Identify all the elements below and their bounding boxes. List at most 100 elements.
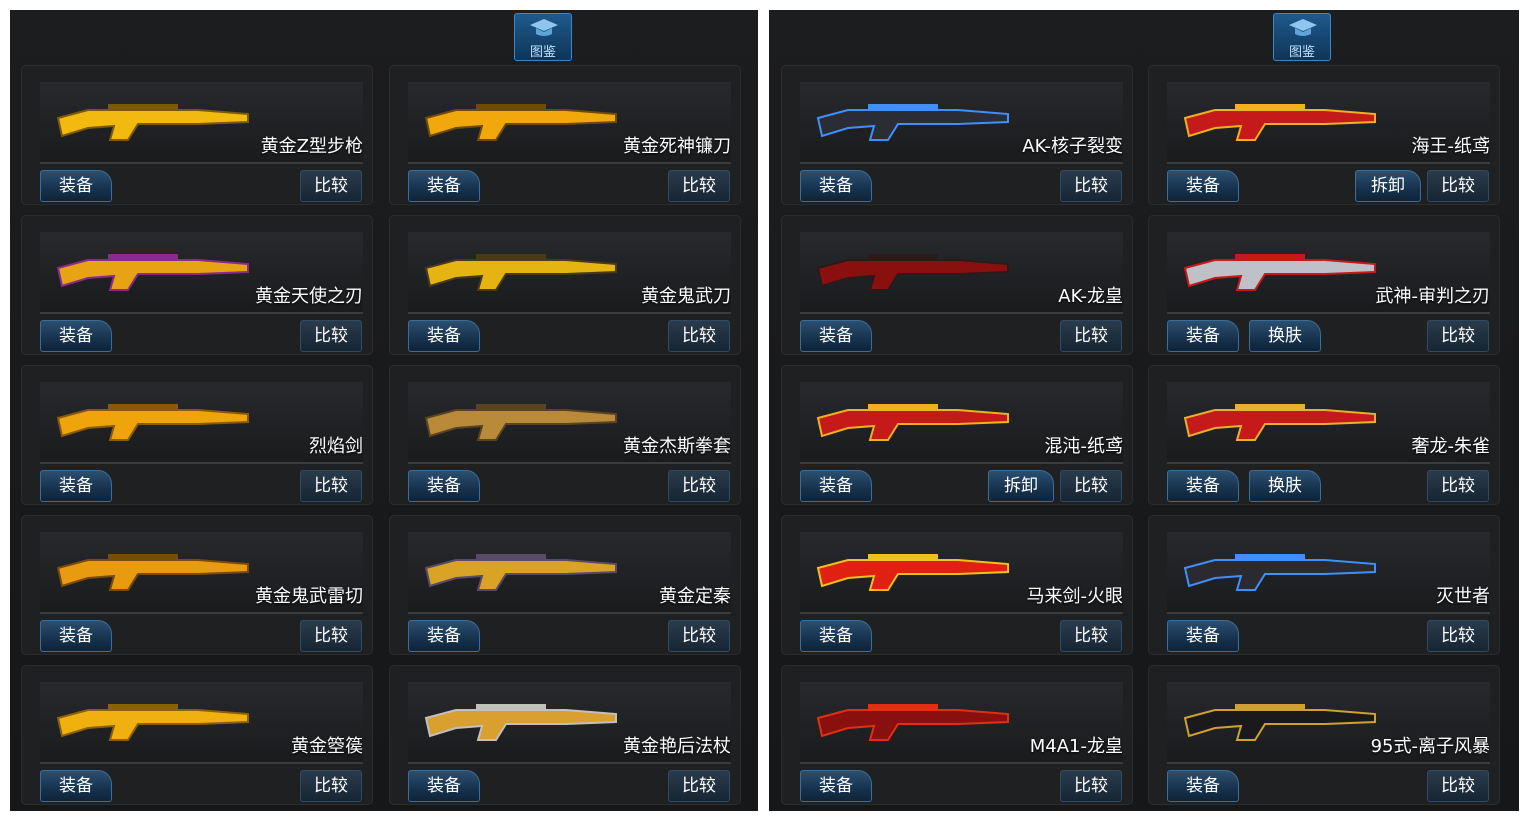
weapon-card[interactable]: 海王-纸鸢装备 拆卸 比较 <box>1148 65 1500 205</box>
weapon-card[interactable]: 马来剑-火眼 装备 比较 <box>781 515 1133 655</box>
weapon-image <box>1183 104 1376 141</box>
equip-button[interactable]: 装备 <box>408 170 480 202</box>
skin-change-button[interactable]: 换肤 <box>1249 470 1321 502</box>
compare-button[interactable]: 比较 <box>668 470 730 502</box>
compare-button[interactable]: 比较 <box>668 620 730 652</box>
weapon-name: 黄金鬼武刀 <box>641 286 731 307</box>
weapon-card[interactable]: 黄金艳后法杖装备 比较 <box>389 665 741 805</box>
codex-tab[interactable]: 图鉴 <box>1273 13 1331 61</box>
weapon-card[interactable]: AK-龙皇装备 比较 <box>781 215 1133 355</box>
compare-button[interactable]: 比较 <box>1060 620 1122 652</box>
equip-button[interactable]: 装备 <box>1167 170 1239 202</box>
equip-button[interactable]: 装备 <box>1167 620 1239 652</box>
equip-button[interactable]: 装备 <box>800 320 872 352</box>
weapon-image <box>1183 404 1376 441</box>
weapon-preview: 黄金定秦 <box>408 532 731 614</box>
equip-button[interactable]: 装备 <box>408 620 480 652</box>
weapon-name: M4A1-龙皇 <box>1029 736 1123 757</box>
weapon-card[interactable]: 奢龙-朱雀装备 换肤 比较 <box>1148 365 1500 505</box>
weapon-name: 黄金Z型步枪 <box>260 136 363 157</box>
weapon-name: AK-龙皇 <box>1058 286 1123 307</box>
weapon-panel-right: 图鉴 AK-核子裂变 装备 比较 海王-纸鸢 装备 拆卸 比较 AK-龙皇 装备 比较 武神-审判之… <box>769 10 1519 811</box>
equip-button[interactable]: 装备 <box>1167 320 1239 352</box>
weapon-card[interactable]: M4A1-龙皇装备 比较 <box>781 665 1133 805</box>
weapon-image <box>424 104 617 141</box>
codex-tab[interactable]: 图鉴 <box>514 13 572 61</box>
compare-button[interactable]: 比较 <box>1060 470 1122 502</box>
compare-button[interactable]: 比较 <box>300 470 362 502</box>
compare-button[interactable]: 比较 <box>668 170 730 202</box>
equip-button[interactable]: 装备 <box>40 620 112 652</box>
weapon-preview: 奢龙-朱雀 <box>1167 382 1490 464</box>
equip-button[interactable]: 装备 <box>40 320 112 352</box>
weapon-image <box>1183 554 1376 591</box>
weapon-image <box>816 254 1009 291</box>
equip-button[interactable]: 装备 <box>408 470 480 502</box>
graduation-cap-icon <box>530 19 558 36</box>
compare-button[interactable]: 比较 <box>1060 770 1122 802</box>
weapon-preview: 黄金死神镰刀 <box>408 82 731 164</box>
weapon-preview: 黄金鬼武雷切 <box>40 532 363 614</box>
equip-button[interactable]: 装备 <box>800 470 872 502</box>
weapon-card[interactable]: AK-核子裂变装备 比较 <box>781 65 1133 205</box>
weapon-card[interactable]: 黄金鬼武刀装备 比较 <box>389 215 741 355</box>
weapon-card[interactable]: 黄金死神镰刀装备 比较 <box>389 65 741 205</box>
compare-button[interactable]: 比较 <box>1427 770 1489 802</box>
weapon-card[interactable]: 95式-离子风暴装备 比较 <box>1148 665 1500 805</box>
weapon-name: 海王-纸鸢 <box>1411 136 1491 157</box>
weapon-preview: 黄金箜篌 <box>40 682 363 764</box>
equip-button[interactable]: 装备 <box>1167 470 1239 502</box>
weapon-name: 黄金杰斯拳套 <box>623 436 731 457</box>
weapon-card[interactable]: 武神-审判之刃 装备 换肤 比较 <box>1148 215 1500 355</box>
weapon-name: 95式-离子风暴 <box>1370 736 1490 757</box>
weapon-card[interactable]: 灭世者装备 比较 <box>1148 515 1500 655</box>
equip-button[interactable]: 装备 <box>408 770 480 802</box>
weapon-preview: 95式-离子风暴 <box>1167 682 1490 764</box>
equip-button[interactable]: 装备 <box>800 770 872 802</box>
compare-button[interactable]: 比较 <box>668 320 730 352</box>
weapon-preview: M4A1-龙皇 <box>800 682 1123 764</box>
weapon-name: 黄金艳后法杖 <box>623 736 731 757</box>
weapon-name: 烈焰剑 <box>309 436 363 457</box>
weapon-card[interactable]: 黄金定秦装备 比较 <box>389 515 741 655</box>
weapon-preview: 黄金艳后法杖 <box>408 682 731 764</box>
equip-button[interactable]: 装备 <box>1167 770 1239 802</box>
dismantle-button[interactable]: 拆卸 <box>988 470 1054 502</box>
weapon-image <box>816 104 1009 141</box>
equip-button[interactable]: 装备 <box>800 170 872 202</box>
weapon-card[interactable]: 混沌-纸鸢 装备 拆卸 比较 <box>781 365 1133 505</box>
compare-button[interactable]: 比较 <box>300 770 362 802</box>
weapon-name: 黄金箜篌 <box>291 736 363 757</box>
compare-button[interactable]: 比较 <box>1427 170 1489 202</box>
compare-button[interactable]: 比较 <box>300 620 362 652</box>
compare-button[interactable]: 比较 <box>300 320 362 352</box>
weapon-name: 黄金定秦 <box>659 586 731 607</box>
compare-button[interactable]: 比较 <box>668 770 730 802</box>
weapon-preview: 海王-纸鸢 <box>1167 82 1490 164</box>
weapon-preview: 灭世者 <box>1167 532 1490 614</box>
equip-button[interactable]: 装备 <box>40 470 112 502</box>
dismantle-button[interactable]: 拆卸 <box>1355 170 1421 202</box>
compare-button[interactable]: 比较 <box>1060 320 1122 352</box>
compare-button[interactable]: 比较 <box>1060 170 1122 202</box>
weapon-card[interactable]: 黄金箜篌装备 比较 <box>21 665 373 805</box>
weapon-panel-left: 图鉴 黄金Z型步枪 装备 比较 黄金死神镰刀 装备 比较 黄金天使之刃 装备 比较 黄金鬼武刀 装备… <box>10 10 758 811</box>
equip-button[interactable]: 装备 <box>800 620 872 652</box>
weapon-preview: AK-核子裂变 <box>800 82 1123 164</box>
weapon-card[interactable]: 黄金天使之刃 装备 比较 <box>21 215 373 355</box>
equip-button[interactable]: 装备 <box>408 320 480 352</box>
equip-button[interactable]: 装备 <box>40 170 112 202</box>
compare-button[interactable]: 比较 <box>1427 620 1489 652</box>
codex-tab-label: 图鉴 <box>529 45 556 60</box>
weapon-card[interactable]: 烈焰剑装备 比较 <box>21 365 373 505</box>
weapon-card[interactable]: 黄金Z型步枪装备 比较 <box>21 65 373 205</box>
compare-button[interactable]: 比较 <box>300 170 362 202</box>
weapon-image <box>816 404 1009 441</box>
skin-change-button[interactable]: 换肤 <box>1249 320 1321 352</box>
equip-button[interactable]: 装备 <box>40 770 112 802</box>
weapon-image <box>56 404 249 441</box>
weapon-card[interactable]: 黄金杰斯拳套装备 比较 <box>389 365 741 505</box>
compare-button[interactable]: 比较 <box>1427 320 1489 352</box>
compare-button[interactable]: 比较 <box>1427 470 1489 502</box>
weapon-card[interactable]: 黄金鬼武雷切装备 比较 <box>21 515 373 655</box>
